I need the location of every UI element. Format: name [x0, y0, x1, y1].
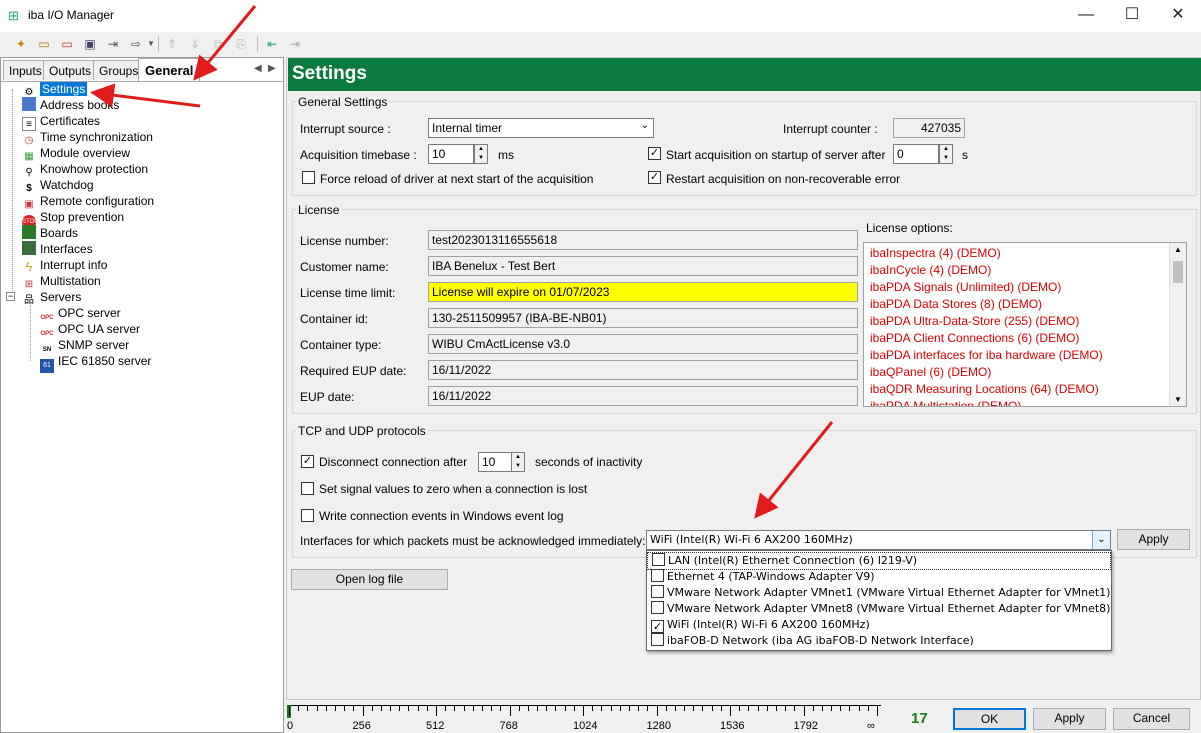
arrow-to-interfaces	[754, 421, 834, 519]
arrow-to-general-tab	[193, 5, 257, 81]
annotation-arrows	[90, 5, 834, 519]
arrow-to-settings	[90, 83, 201, 108]
